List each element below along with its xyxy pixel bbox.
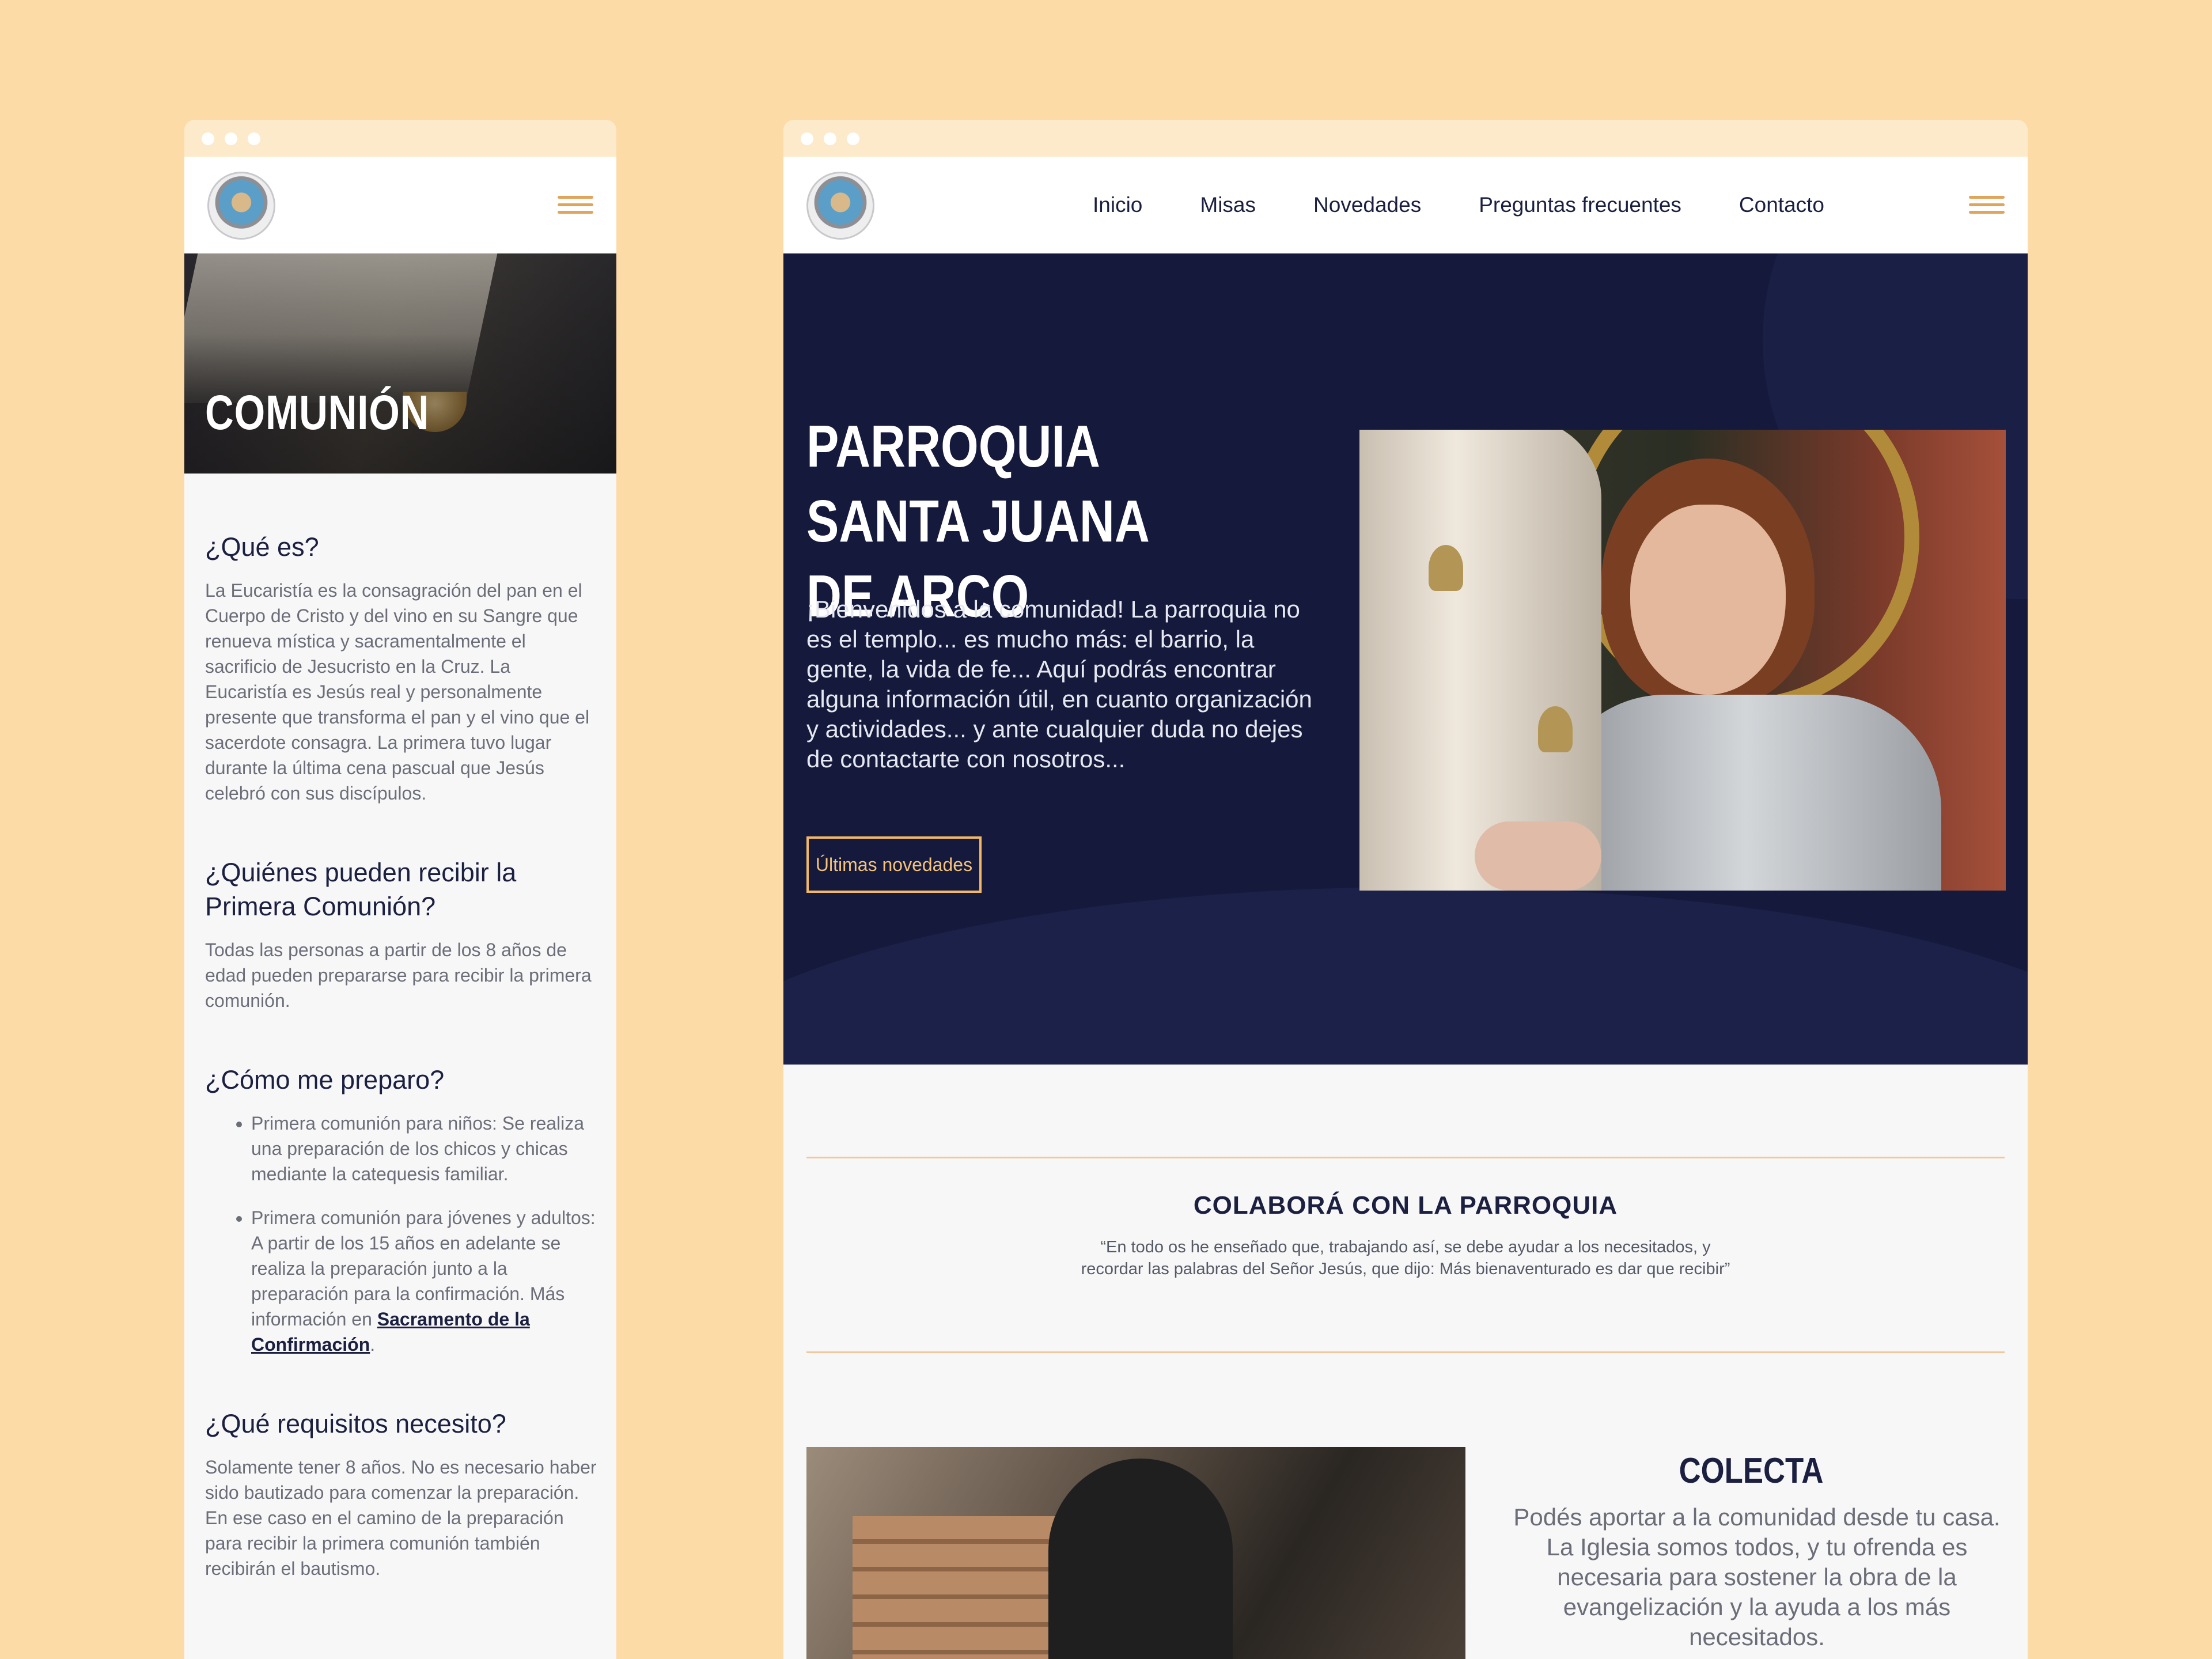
window-dot xyxy=(847,132,859,145)
colecta-title: COLECTA xyxy=(1679,1451,1824,1491)
window-dot xyxy=(202,132,214,145)
nav-misas[interactable]: Misas xyxy=(1200,193,1256,217)
section-heading: ¿Qué requisitos necesito? xyxy=(205,1409,506,1438)
latest-news-button[interactable]: Últimas novedades xyxy=(806,836,982,893)
section-heading: ¿Qué es? xyxy=(205,532,319,562)
nav-preguntas-frecuentes[interactable]: Preguntas frecuentes xyxy=(1479,193,1681,217)
desktop-window: Inicio Misas Novedades Preguntas frecuen… xyxy=(783,120,2028,1659)
parish-logo[interactable] xyxy=(806,172,874,240)
window-titlebar xyxy=(184,120,616,157)
window-titlebar xyxy=(783,120,2028,157)
menu-icon[interactable] xyxy=(1969,196,2005,217)
hero-section: PARROQUIA SANTA JUANA DE ARCO ¡Bienvenid… xyxy=(783,253,2028,1065)
list-item: Primera comunión para niños: Se realiza … xyxy=(251,1111,597,1187)
nav-inicio[interactable]: Inicio xyxy=(1093,193,1142,217)
window-dot xyxy=(824,132,836,145)
section-text: Solamente tener 8 años. No es necesario … xyxy=(205,1457,597,1579)
colecta-photo xyxy=(806,1447,1465,1659)
mobile-content: ¿Qué es? La Eucaristía es la consagració… xyxy=(205,530,597,1631)
colecta-text: Podés aportar a la comunidad desde tu ca… xyxy=(1513,1503,2001,1650)
collab-quote: “En todo os he enseñado que, trabajando … xyxy=(1081,1238,1730,1278)
section-heading: ¿Cómo me preparo? xyxy=(205,1065,445,1094)
divider xyxy=(806,1351,2005,1353)
collab-title: COLABORÁ CON LA PARROQUIA xyxy=(1193,1191,1618,1219)
section-heading: ¿Quiénes pueden recibir la Primera Comun… xyxy=(205,858,517,921)
divider xyxy=(806,1157,2005,1158)
list-item: Primera comunión para jóvenes y adultos:… xyxy=(251,1205,597,1357)
window-dot xyxy=(248,132,260,145)
window-dot xyxy=(225,132,237,145)
parish-logo[interactable] xyxy=(207,172,275,240)
section-text: Todas las personas a partir de los 8 año… xyxy=(205,940,592,1011)
nav-novedades[interactable]: Novedades xyxy=(1313,193,1421,217)
main-nav: Inicio Misas Novedades Preguntas frecuen… xyxy=(1093,157,1882,253)
saint-statue-photo xyxy=(1359,430,2006,891)
window-dot xyxy=(801,132,813,145)
nav-contacto[interactable]: Contacto xyxy=(1739,193,1824,217)
mobile-header xyxy=(184,157,616,253)
preparation-list: Primera comunión para niños: Se realiza … xyxy=(205,1111,597,1357)
section-text: La Eucaristía es la consagración del pan… xyxy=(205,580,590,804)
communion-hero: COMUNIÓN xyxy=(184,253,616,474)
hero-title: COMUNIÓN xyxy=(205,385,430,440)
mobile-window: COMUNIÓN ¿Qué es? La Eucaristía es la co… xyxy=(184,120,616,1659)
hero-text: ¡Bienvenidos a la comunidad! La parroqui… xyxy=(806,596,1312,772)
menu-icon[interactable] xyxy=(558,196,593,217)
desktop-header: Inicio Misas Novedades Preguntas frecuen… xyxy=(783,157,2028,253)
